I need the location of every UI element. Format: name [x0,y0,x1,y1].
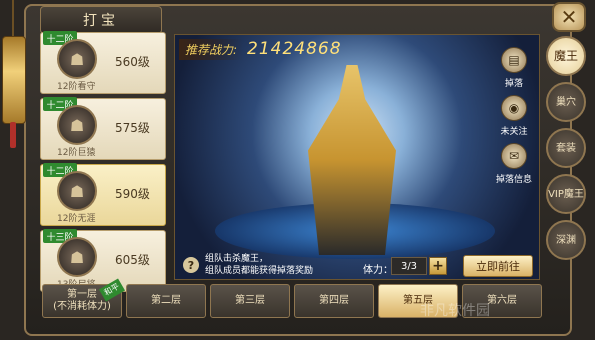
plus-icon: + [432,258,444,274]
boss-portrait-icon: ☗ [57,39,97,79]
drop-icon: ▤ [501,47,527,73]
boss-name: 12阶看守 [57,82,96,92]
power-value: 21424868 [247,39,342,59]
floor-label: 第六层 [487,295,517,306]
follow-label: 未关注 [500,127,528,137]
stamina-value: 3/3 [391,257,427,275]
drop-label: 掉落 [504,79,523,89]
hint-line-1: 组队击杀魔王， [205,254,269,264]
boss-portrait-icon: ☗ [57,171,97,211]
floor-4-button[interactable]: 第四层 [294,284,374,318]
boss-name: 12阶巨猿 [57,148,96,158]
boss-level: 575级 [115,121,150,135]
boss-item-4[interactable]: 十三阶 ☗ 605级 13阶尸将 [40,229,166,292]
floor-label: 第三层 [235,295,265,306]
team-hint: 组队击杀魔王， 组队成员都能获得掉落奖励 [205,253,355,277]
go-now-button[interactable]: 立即前往 [463,255,533,277]
boss-scene: 推荐战力: 21424868 ▤ 掉落 ◉ 未关注 ✉ 掉落信息 ? 组队击杀魔… [174,34,540,280]
info-icon: ✉ [501,143,527,169]
help-icon[interactable]: ? [183,257,199,273]
tab-demon-king[interactable]: 魔王 [546,36,586,76]
boss-item-2[interactable]: 十二阶 ☗ 575级 12阶巨猿 [40,97,166,160]
add-stamina-button[interactable]: + [429,257,447,275]
category-tabs: 魔王 巢穴 套装 VIP魔王 深渊 [546,36,590,266]
floor-1-button[interactable]: 第一层 (不消耗体力) 和平 [42,278,126,318]
panel-title: 打宝 [40,6,162,34]
tab-lair[interactable]: 巢穴 [546,82,586,122]
boss-level: 605级 [115,253,150,267]
tab-set[interactable]: 套装 [546,128,586,168]
close-icon: ✕ [560,5,578,29]
floor-2-button[interactable]: 第二层 [126,284,206,318]
stamina-label: 体力： [363,265,393,276]
boss-level: 560级 [115,55,150,69]
hint-line-2: 组队成员都能获得掉落奖励 [205,266,314,276]
floor-label: 第二层 [151,295,181,306]
boss-list: 十二阶 ☗ 560级 12阶看守 十二阶 ☗ 575级 12阶巨猿 十二阶 ☗ … [40,31,168,296]
watermark: 非凡软件园 [420,303,490,319]
follow-button[interactable]: ◉ 未关注 [491,95,537,137]
drop-info-label: 掉落信息 [495,175,532,185]
lantern-decoration [2,36,26,124]
drop-info-button[interactable]: ✉ 掉落信息 [491,143,537,185]
lantern-rope [12,0,14,36]
lantern-tassel [10,122,16,148]
boss-name: 12阶无涯 [57,214,96,224]
drop-button[interactable]: ▤ 掉落 [491,47,537,89]
floor-label: 第四层 [319,295,349,306]
tab-vip-demon-king[interactable]: VIP魔王 [546,174,586,214]
close-button[interactable]: ✕ [552,2,586,32]
boss-level: 590级 [115,187,150,201]
floor-label: 第一层 [67,289,97,300]
tab-abyss[interactable]: 深渊 [546,220,586,260]
boss-item-1[interactable]: 十二阶 ☗ 560级 12阶看守 [40,31,166,94]
floor-3-button[interactable]: 第三层 [210,284,290,318]
boss-item-3[interactable]: 十二阶 ☗ 590级 12阶无涯 [40,163,166,226]
power-label: 推荐战力: [179,39,244,60]
eye-icon: ◉ [501,95,527,121]
boss-portrait-icon: ☗ [57,105,97,145]
boss-portrait-icon: ☗ [57,237,97,277]
floor-sublabel: (不消耗体力) [53,301,111,312]
